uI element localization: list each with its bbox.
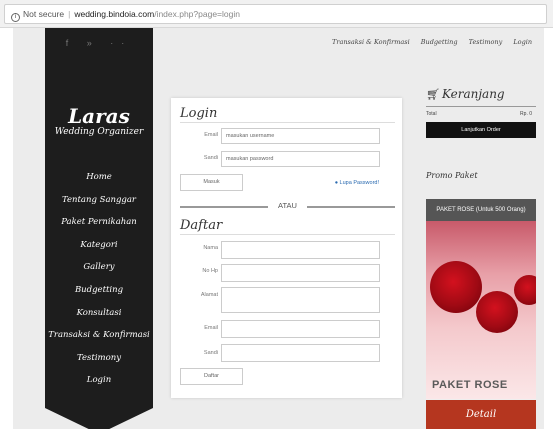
register-title-rule bbox=[180, 234, 395, 235]
top-links: Transaksi & Konfirmasi Budgetting Testim… bbox=[323, 38, 532, 46]
login-password-label: Sandi bbox=[203, 155, 218, 161]
sidebar-item-login[interactable]: Login bbox=[45, 369, 153, 392]
cart-total-row: Total Rp. 0 bbox=[426, 111, 536, 117]
login-submit-button[interactable]: Masuk bbox=[180, 174, 243, 191]
cart-icon: 🛒︎ bbox=[426, 88, 440, 101]
or-divider: ATAU bbox=[180, 201, 395, 211]
cart-title-text: Keranjang bbox=[441, 87, 505, 101]
login-title-rule bbox=[180, 122, 395, 123]
sidebar-item-testimony[interactable]: Testimony bbox=[45, 347, 153, 370]
toplink-login[interactable]: Login bbox=[513, 38, 532, 46]
register-password-label: Sandi bbox=[203, 350, 218, 356]
sidebar-item-transaksi[interactable]: Transaksi & Konfirmasi bbox=[45, 324, 153, 347]
social-icons[interactable]: f » ·· bbox=[45, 38, 153, 48]
sidebar-item-kategori[interactable]: Kategori bbox=[45, 234, 153, 257]
auth-card: Login Email masukan username Sandi masuk… bbox=[171, 98, 402, 398]
register-phone-label: No Hp bbox=[202, 268, 218, 274]
toplink-budgetting[interactable]: Budgetting bbox=[421, 38, 458, 46]
register-name-label: Nama bbox=[203, 245, 218, 251]
login-email-label: Email bbox=[204, 132, 218, 138]
register-address-label: Alamat bbox=[200, 292, 218, 298]
sidebar-nav: Home Tentang Sanggar Paket Pernikahan Ka… bbox=[45, 166, 153, 392]
cart-total-value: Rp. 0 bbox=[520, 111, 532, 117]
promo-package-title: PAKET ROSE (Untuk 500 Orang) bbox=[426, 199, 536, 221]
or-divider-text: ATAU bbox=[274, 201, 301, 210]
sidebar-item-home[interactable]: Home bbox=[45, 166, 153, 189]
register-password-input[interactable] bbox=[221, 344, 380, 362]
sidebar-item-paket-pernikahan[interactable]: Paket Pernikahan bbox=[45, 211, 153, 234]
info-icon[interactable]: i bbox=[11, 13, 20, 22]
url-path: /index.php?page=login bbox=[154, 9, 240, 19]
register-email-label: Email bbox=[204, 325, 218, 331]
rose-image bbox=[430, 261, 482, 313]
sidebar-item-tentang-sanggar[interactable]: Tentang Sanggar bbox=[45, 189, 153, 212]
register-address-input[interactable] bbox=[221, 287, 380, 313]
detail-button[interactable]: Detail bbox=[426, 400, 536, 429]
toplink-testimony[interactable]: Testimony bbox=[469, 38, 503, 46]
sidebar-item-gallery[interactable]: Gallery bbox=[45, 256, 153, 279]
cart-rule bbox=[426, 106, 536, 107]
cart-title: 🛒︎ Keranjang bbox=[426, 87, 505, 101]
promo-image[interactable]: PAKET ROSE bbox=[426, 221, 536, 399]
forgot-password-link[interactable]: ● Lupa Password! bbox=[335, 180, 379, 186]
security-status: Not secure bbox=[23, 9, 65, 19]
logo-name: Laras bbox=[68, 104, 130, 128]
logo[interactable]: Laras Wedding Organizer bbox=[45, 106, 153, 137]
login-title: Login bbox=[180, 106, 218, 121]
checkout-button[interactable]: Lanjutkan Order bbox=[426, 122, 536, 138]
logo-subtitle: Wedding Organizer bbox=[54, 127, 144, 137]
promo-image-text: PAKET ROSE bbox=[432, 379, 508, 391]
register-email-input[interactable] bbox=[221, 320, 380, 338]
browser-address-bar[interactable]: i Not secure | wedding.bindoia.com/index.ph… bbox=[0, 0, 553, 28]
url-host: wedding.bindoia.com bbox=[74, 9, 155, 19]
promo-card[interactable]: PAKET ROSE (Untuk 500 Orang) PAKET ROSE bbox=[426, 199, 536, 419]
rose-image bbox=[476, 291, 518, 333]
sidebar-item-konsultasi[interactable]: Konsultasi bbox=[45, 302, 153, 325]
promo-heading: Promo Paket bbox=[426, 171, 478, 180]
cart-total-label: Total bbox=[426, 111, 437, 117]
register-name-input[interactable] bbox=[221, 241, 380, 259]
toplink-transaksi[interactable]: Transaksi & Konfirmasi bbox=[332, 38, 410, 46]
register-title: Daftar bbox=[180, 218, 223, 233]
rose-image bbox=[514, 275, 536, 305]
login-password-input[interactable]: masukan password bbox=[221, 151, 380, 167]
sidebar-item-budgetting[interactable]: Budgetting bbox=[45, 279, 153, 302]
url-separator: | bbox=[68, 9, 71, 19]
register-submit-button[interactable]: Daftar bbox=[180, 368, 243, 385]
register-phone-input[interactable] bbox=[221, 264, 380, 282]
sidebar: f » ·· Laras Wedding Organizer Home Tent… bbox=[45, 28, 153, 429]
login-email-input[interactable]: masukan username bbox=[221, 128, 380, 144]
url-field[interactable]: i Not secure | wedding.bindoia.com/index.ph… bbox=[4, 4, 547, 24]
